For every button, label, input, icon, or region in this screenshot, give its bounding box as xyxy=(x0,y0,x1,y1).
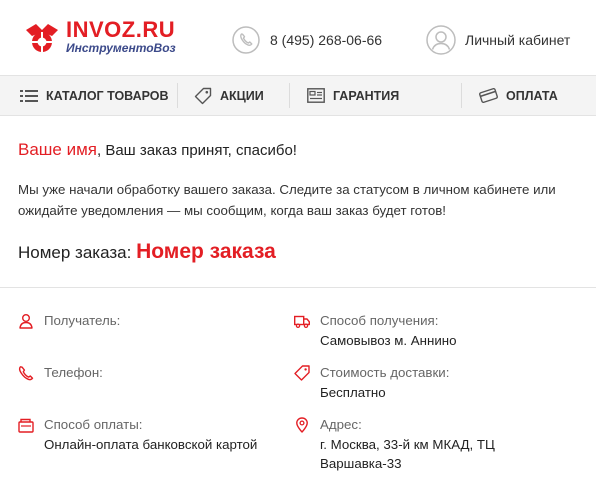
delivery-method-label: Способ получения: xyxy=(320,313,439,328)
nav-item-catalog[interactable]: КАТАЛОГ ТОВАРОВ xyxy=(20,76,169,115)
nav-divider xyxy=(289,83,290,108)
logo-subtitle: ИнструментоВоз xyxy=(66,41,176,55)
order-number-label: Номер заказа: xyxy=(18,243,137,262)
delivery-cost-label: Стоимость доставки: xyxy=(320,365,450,380)
payment-field: Способ оплаты: Онлайн-оплата банковской … xyxy=(18,415,293,459)
order-number-row: Номер заказа: Номер заказа xyxy=(18,240,276,264)
phone-label: Телефон: xyxy=(44,365,103,380)
order-number-value: Номер заказа xyxy=(136,240,276,263)
phone-icon xyxy=(18,366,34,381)
greeting: Ваше имя, Ваш заказ принят, спасибо! xyxy=(18,140,297,160)
nav-item-label: АКЦИИ xyxy=(220,88,264,103)
delivery-method-field: Способ получения: Самовывоз м. Аннино xyxy=(294,311,584,351)
section-divider xyxy=(0,287,596,288)
phone-number[interactable]: 8 (495) 268-06-66 xyxy=(270,32,382,48)
tag-icon xyxy=(294,365,310,381)
nav-item-payment[interactable]: ОПЛАТА xyxy=(479,76,558,115)
phone-icon xyxy=(232,26,260,54)
location-pin-icon xyxy=(296,417,308,433)
nav-divider xyxy=(177,83,178,108)
customer-name: Ваше имя xyxy=(18,140,97,159)
user-icon xyxy=(426,25,456,55)
nav-item-label: ГАРАНТИЯ xyxy=(333,88,400,103)
certificate-icon xyxy=(307,88,325,103)
order-info-text: Мы уже начали обработку вашего заказа. С… xyxy=(18,182,556,218)
header: INVOZ.RU ИнструментоВоз 8 (495) 268-06-6… xyxy=(0,0,596,75)
main-nav: КАТАЛОГ ТОВАРОВ АКЦИИ ГАРАНТИЯ ОПЛАТА xyxy=(0,75,596,116)
truck-icon xyxy=(294,315,310,329)
card-icon xyxy=(479,88,498,103)
delivery-cost-value: Бесплатно xyxy=(320,385,386,400)
nav-item-warranty[interactable]: ГАРАНТИЯ xyxy=(307,76,399,115)
list-icon xyxy=(20,89,38,102)
nav-item-promotions[interactable]: АКЦИИ xyxy=(194,76,264,115)
delivery-cost-field: Стоимость доставки: Бесплатно xyxy=(294,363,584,403)
nav-divider xyxy=(461,83,462,108)
nav-item-label: КАТАЛОГ ТОВАРОВ xyxy=(46,88,169,103)
phone-field: Телефон: xyxy=(18,363,268,403)
logo-mark-icon xyxy=(26,24,58,52)
user-icon xyxy=(19,314,33,329)
address-field: Адрес: г. Москва, 33-й км МКАД, ТЦ Варша… xyxy=(294,415,544,475)
payment-label: Способ оплаты: xyxy=(44,417,143,432)
payment-value: Онлайн-оплата банковской картой xyxy=(44,437,258,452)
recipient-field: Получатель: xyxy=(18,311,268,351)
address-value: г. Москва, 33-й км МКАД, ТЦ Варшавка-33 xyxy=(320,437,495,471)
tag-icon xyxy=(194,87,212,104)
address-label: Адрес: xyxy=(320,417,362,432)
delivery-method-value: Самовывоз м. Аннино xyxy=(320,333,457,348)
recipient-label: Получатель: xyxy=(44,313,121,328)
logo[interactable]: INVOZ.RU ИнструментоВоз xyxy=(22,18,182,60)
wallet-icon xyxy=(18,418,34,433)
nav-item-label: ОПЛАТА xyxy=(506,88,558,103)
greeting-text: , Ваш заказ принят, спасибо! xyxy=(97,142,297,159)
logo-title: INVOZ.RU xyxy=(66,17,176,42)
account-label: Личный кабинет xyxy=(465,32,571,48)
